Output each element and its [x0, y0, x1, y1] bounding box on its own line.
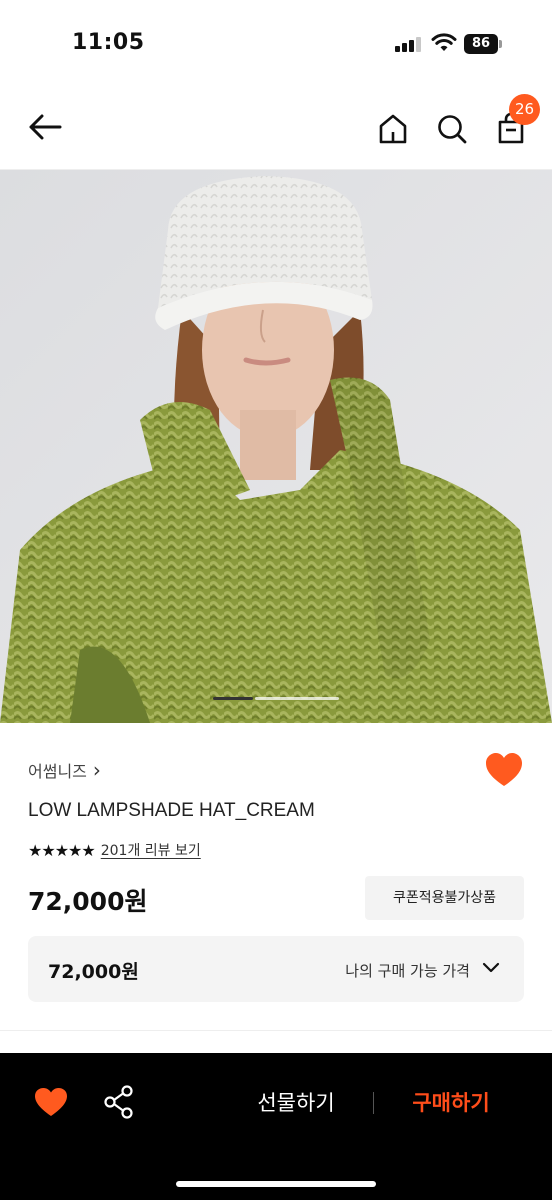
- wishlist-heart-icon[interactable]: [34, 1087, 68, 1117]
- product-name: LOW LAMPSHADE HAT_CREAM: [28, 800, 315, 821]
- battery-icon: 86: [464, 34, 502, 54]
- home-icon[interactable]: [373, 109, 413, 149]
- cart-count-badge: 26: [509, 94, 540, 125]
- brand-name: 어썸니즈: [28, 762, 87, 781]
- product-photo: [0, 170, 552, 723]
- rating-row: ★★★★★ 201개 리뷰 보기: [28, 840, 201, 860]
- star-rating: ★★★★★: [28, 840, 96, 860]
- gift-button[interactable]: 선물하기: [240, 1085, 352, 1121]
- product-image-carousel[interactable]: [0, 170, 552, 723]
- divider: [0, 1030, 552, 1031]
- product-price: 72,000원: [28, 887, 148, 916]
- battery-level: 86: [464, 34, 498, 54]
- carousel-dot-1: [213, 697, 253, 700]
- coupon-not-applicable-badge[interactable]: 쿠폰적용불가상품: [365, 876, 524, 920]
- wifi-icon: [431, 33, 457, 51]
- my-price-label: 나의 구매 가능 가격: [345, 962, 470, 980]
- back-arrow-icon[interactable]: [25, 107, 65, 147]
- search-icon[interactable]: [432, 109, 472, 149]
- heart-icon[interactable]: [485, 752, 523, 790]
- status-bar: 11:05 86: [0, 0, 552, 80]
- review-link[interactable]: 201개 리뷰 보기: [101, 840, 201, 860]
- chevron-right-icon: ›: [92, 758, 101, 782]
- button-separator: [373, 1092, 374, 1114]
- my-price-value: 72,000원: [48, 961, 139, 983]
- top-navigation: 26: [0, 80, 552, 170]
- carousel-indicator: [213, 697, 339, 700]
- share-icon[interactable]: [103, 1085, 135, 1119]
- buy-button[interactable]: 구매하기: [395, 1085, 507, 1121]
- carousel-dot-2: [255, 697, 339, 700]
- my-price-dropdown[interactable]: 72,000원 나의 구매 가능 가격: [28, 936, 524, 1002]
- chevron-down-icon: [482, 962, 500, 973]
- home-indicator[interactable]: [176, 1181, 376, 1187]
- bottom-action-bar: 선물하기 구매하기: [0, 1053, 552, 1200]
- status-time: 11:05: [72, 30, 145, 55]
- brand-link[interactable]: 어썸니즈 ›: [28, 758, 101, 782]
- cellular-signal-icon: [395, 36, 423, 52]
